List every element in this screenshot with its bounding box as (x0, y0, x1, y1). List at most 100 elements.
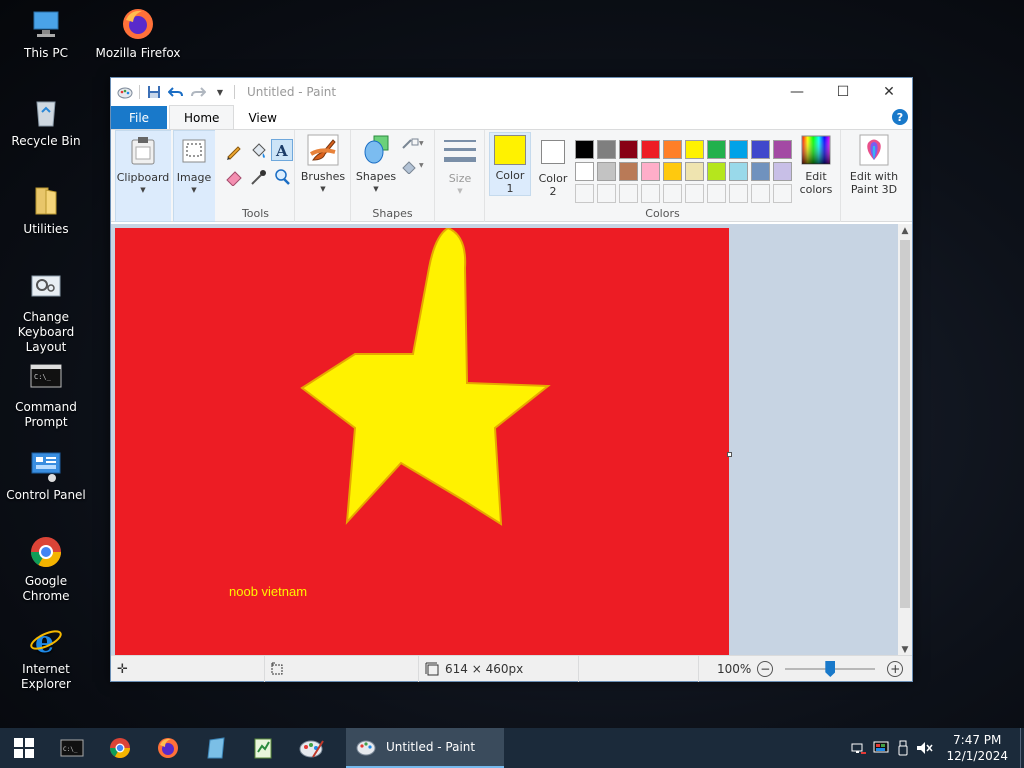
clipboard-button[interactable]: Clipboard ▼ (116, 135, 170, 197)
image-size-value: 614 × 460px (445, 662, 524, 676)
custom-color-slot[interactable] (685, 184, 704, 203)
brushes-button[interactable]: Brushes ▼ (299, 134, 347, 196)
resize-handle[interactable] (727, 452, 732, 457)
taskbar-chrome[interactable] (96, 728, 144, 768)
palette-swatch[interactable] (619, 162, 638, 181)
minimize-button[interactable]: — (774, 78, 820, 106)
desktop-icon-internet-explorer[interactable]: e Internet Explorer (0, 622, 92, 692)
palette-swatch[interactable] (597, 140, 616, 159)
shapes-group-label: Shapes (372, 207, 413, 220)
help-icon[interactable]: ? (892, 109, 908, 125)
tab-home[interactable]: Home (169, 105, 235, 129)
desktop-icon-keyboard-layout[interactable]: Change Keyboard Layout (0, 270, 92, 355)
zoom-slider[interactable] (785, 661, 876, 677)
desktop-icon-this-pc[interactable]: This PC (0, 6, 92, 61)
palette-swatch[interactable] (707, 140, 726, 159)
taskbar-command-prompt[interactable]: C:\_ (48, 728, 96, 768)
palette-swatch[interactable] (773, 162, 792, 181)
vertical-scrollbar[interactable]: ▲ ▼ (898, 224, 912, 657)
edit-with-paint3d-button[interactable]: Edit with Paint 3D (845, 134, 903, 196)
desktop-icon-utilities[interactable]: Utilities (0, 182, 92, 237)
edit-colors-button[interactable]: Edit colors (793, 134, 839, 196)
color-picker-icon[interactable] (249, 168, 267, 189)
show-desktop-button[interactable] (1020, 728, 1024, 768)
redo-icon[interactable] (190, 84, 206, 100)
taskbar-paint-pinned[interactable] (288, 728, 336, 768)
terminal-icon: C:\_ (60, 739, 84, 757)
desktop-icon-firefox[interactable]: Mozilla Firefox (92, 6, 184, 61)
desktop-icon-command-prompt[interactable]: C:\_ Command Prompt (0, 360, 92, 430)
palette-swatch[interactable] (685, 162, 704, 181)
tab-view[interactable]: View (234, 106, 290, 129)
zoom-out-button[interactable]: − (757, 661, 774, 677)
scroll-up-icon[interactable]: ▲ (898, 224, 912, 238)
scrollbar-thumb[interactable] (900, 240, 910, 608)
shapes-button[interactable]: Shapes ▼ (353, 134, 399, 196)
palette-swatch[interactable] (663, 140, 682, 159)
size-button[interactable]: Size ▼ (439, 136, 481, 198)
pencil-icon[interactable] (225, 142, 243, 163)
taskbar-active-paint[interactable]: Untitled - Paint (346, 728, 504, 768)
maximize-button[interactable]: ☐ (820, 78, 866, 106)
fill-icon[interactable] (249, 142, 267, 163)
palette-swatch[interactable] (729, 162, 748, 181)
display-icon[interactable] (870, 728, 892, 768)
image-button[interactable]: Image ▼ (174, 135, 214, 197)
palette-swatch[interactable] (641, 162, 660, 181)
palette-swatch[interactable] (773, 140, 792, 159)
custom-color-slot[interactable] (773, 184, 792, 203)
palette-swatch[interactable] (751, 162, 770, 181)
window-title: Untitled - Paint (247, 85, 337, 99)
custom-color-slot[interactable] (663, 184, 682, 203)
usb-icon[interactable] (892, 728, 914, 768)
volume-muted-icon[interactable] (914, 728, 936, 768)
eraser-icon[interactable] (225, 168, 243, 189)
taskbar-firefox[interactable] (144, 728, 192, 768)
custom-color-slot[interactable] (707, 184, 726, 203)
color2-button[interactable]: Color 2 (533, 134, 573, 198)
zoom-in-button[interactable]: + (887, 661, 904, 677)
start-button[interactable] (0, 728, 48, 768)
palette-swatch[interactable] (597, 162, 616, 181)
clock[interactable]: 7:47 PM 12/1/2024 (936, 732, 1020, 764)
text-tool-icon[interactable]: A (271, 139, 293, 161)
custom-color-slot[interactable] (597, 184, 616, 203)
tab-file[interactable]: File (111, 106, 167, 129)
palette-swatch[interactable] (575, 140, 594, 159)
taskbar-app[interactable] (192, 728, 240, 768)
desktop-icon-recycle-bin[interactable]: Recycle Bin (0, 94, 92, 149)
network-icon[interactable] (848, 728, 870, 768)
palette-swatch[interactable] (641, 140, 660, 159)
palette-swatch[interactable] (707, 162, 726, 181)
custom-color-slot[interactable] (641, 184, 660, 203)
drawing-canvas[interactable]: noob vietnam (115, 228, 729, 657)
close-button[interactable]: ✕ (866, 78, 912, 106)
desktop-icon-chrome[interactable]: Google Chrome (0, 534, 92, 604)
shapes-icon (360, 134, 392, 166)
custom-color-slot[interactable] (751, 184, 770, 203)
save-icon[interactable] (146, 84, 162, 100)
custom-color-slot[interactable] (575, 184, 594, 203)
palette-swatch[interactable] (751, 140, 770, 159)
zoom-controls: 100% − + (717, 656, 904, 682)
color-spectrum-icon (800, 134, 832, 166)
palette-swatch[interactable] (685, 140, 704, 159)
chrome-icon (28, 534, 64, 570)
custom-color-slot[interactable] (619, 184, 638, 203)
desktop-icon-control-panel[interactable]: Control Panel (0, 448, 92, 503)
edit-colors-label-b: colors (799, 183, 833, 196)
zoom-thumb[interactable] (825, 661, 836, 677)
undo-icon[interactable] (168, 84, 184, 100)
color1-button[interactable]: Color 1 (489, 132, 531, 196)
palette-swatch[interactable] (575, 162, 594, 181)
palette-swatch[interactable] (619, 140, 638, 159)
paint-app-icon[interactable] (117, 84, 133, 100)
palette-swatch[interactable] (663, 162, 682, 181)
custom-color-slot[interactable] (729, 184, 748, 203)
taskbar-notepad[interactable] (240, 728, 288, 768)
palette-swatch[interactable] (729, 140, 748, 159)
outline-icon[interactable]: ▼ (401, 136, 425, 155)
shape-fill-icon[interactable]: ▼ (401, 158, 425, 177)
customize-qat-icon[interactable]: ▼ (212, 84, 228, 100)
magnifier-icon[interactable] (273, 168, 291, 189)
